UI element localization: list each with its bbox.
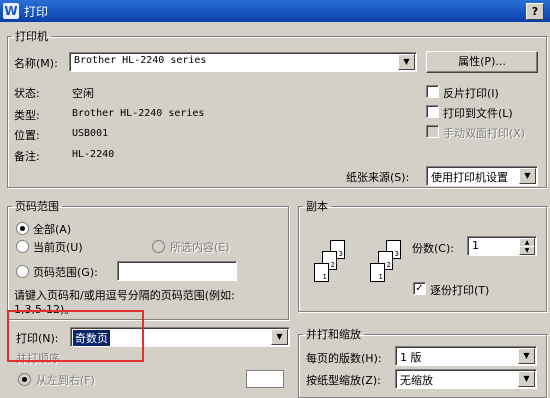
print-to-file-label: 打印到文件(L) — [443, 107, 513, 120]
zoom-group-title: 并打和缩放 — [306, 328, 361, 341]
chevron-down-icon[interactable]: ▼ — [518, 371, 535, 387]
page-range-group-title: 页码范围 — [15, 200, 59, 213]
collate-checkbox[interactable]: ✓ — [413, 282, 426, 295]
chevron-down-icon[interactable]: ▼ — [271, 329, 288, 345]
manual-duplex-label: 手动双面打印(X) — [443, 127, 526, 140]
collate-label: 逐份打印(T) — [430, 284, 490, 297]
pages-per-sheet-value: 1 版 — [400, 351, 422, 364]
chevron-down-icon[interactable]: ▼ — [519, 168, 536, 184]
copies-group-title: 副本 — [306, 200, 328, 213]
order-preview-icon — [246, 370, 284, 388]
chevron-down-icon[interactable]: ▼ — [398, 54, 415, 70]
selection-label: 所选内容(E) — [170, 241, 230, 254]
status-label: 状态: — [14, 87, 40, 100]
location-label: 位置: — [14, 129, 40, 142]
scale-value: 无缩放 — [400, 374, 433, 387]
pages-per-sheet-label: 每页的版数(H): — [306, 352, 382, 365]
wps-app-icon: W — [3, 3, 19, 19]
highlight-box — [7, 310, 144, 362]
page-range-radio[interactable] — [16, 265, 29, 278]
scale-select[interactable]: 无缩放 ▼ — [395, 369, 537, 389]
page-range-input[interactable] — [117, 261, 237, 281]
printer-name-select[interactable]: Brother HL-2240 series ▼ — [69, 52, 417, 72]
status-value: 空闲 — [72, 87, 94, 100]
left-to-right-radio — [18, 373, 31, 386]
spin-down-icon[interactable]: ▼ — [519, 246, 535, 255]
paper-source-value: 使用打印机设置 — [431, 171, 508, 184]
copies-count-label: 份数(C): — [412, 242, 454, 255]
all-pages-label: 全部(A) — [33, 223, 72, 236]
copies-count-input[interactable]: 1 ▲ ▼ — [467, 236, 537, 256]
location-value: USB001 — [72, 128, 109, 139]
current-page-label: 当前页(U) — [33, 241, 83, 254]
comment-value: HL-2240 — [72, 149, 115, 160]
type-label: 类型: — [14, 109, 40, 122]
reverse-print-label: 反片打印(I) — [443, 87, 499, 100]
all-pages-radio[interactable] — [16, 222, 29, 235]
printer-group-title: 打印机 — [15, 30, 48, 43]
properties-button[interactable]: 属性(P)... — [426, 51, 538, 73]
chevron-down-icon[interactable]: ▼ — [518, 348, 535, 364]
selection-radio — [152, 240, 165, 253]
paper-source-label: 纸张来源(S): — [346, 171, 410, 184]
page-range-label: 页码范围(G): — [33, 266, 98, 279]
window-title: 打印 — [24, 5, 49, 19]
printer-name-value: Brother HL-2240 series — [74, 55, 207, 66]
help-button[interactable]: ? — [526, 3, 544, 20]
comment-label: 备注: — [14, 150, 40, 163]
pages-per-sheet-select[interactable]: 1 版 ▼ — [395, 346, 537, 366]
print-to-file-checkbox[interactable] — [426, 105, 439, 118]
paper-source-select[interactable]: 使用打印机设置 ▼ — [426, 166, 538, 186]
type-value: Brother HL-2240 series — [72, 108, 205, 119]
left-to-right-label: 从左到右(F) — [36, 374, 95, 387]
reverse-print-checkbox[interactable] — [426, 85, 439, 98]
copies-count-value: 1 — [472, 239, 479, 252]
manual-duplex-checkbox — [426, 125, 439, 138]
printer-name-label: 名称(M): — [14, 57, 58, 70]
title-bar: W 打印 ? — [0, 0, 550, 22]
current-page-radio[interactable] — [16, 240, 29, 253]
scale-label: 按纸型缩放(Z): — [306, 374, 381, 387]
